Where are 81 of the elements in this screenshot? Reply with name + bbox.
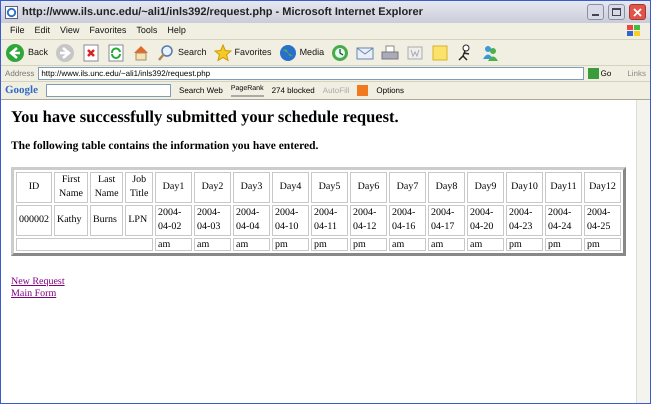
stop-icon — [82, 44, 100, 62]
table-cell: Burns — [90, 204, 124, 236]
globe-icon — [278, 44, 297, 62]
address-label: Address — [5, 68, 34, 80]
column-header: First Name — [54, 172, 88, 203]
popup-blocker-button[interactable]: 274 blocked — [272, 84, 315, 96]
menu-item[interactable]: Tools — [131, 24, 162, 38]
window-title: http://www.ils.unc.edu/~ali1/inls392/request.php - Microsoft Internet Explorer — [22, 4, 424, 20]
page-link[interactable]: Main Form — [11, 288, 56, 300]
table-cell: 000002 — [16, 204, 52, 236]
table-cell: pm — [272, 238, 309, 251]
clock-icon — [331, 44, 350, 62]
google-logo[interactable]: Google — [5, 82, 38, 99]
options-button[interactable]: Options — [376, 84, 404, 96]
favorites-button[interactable]: Favorites — [214, 44, 272, 62]
print-button[interactable] — [381, 44, 400, 62]
table-cell: pm — [311, 238, 348, 251]
table-cell: pm — [545, 238, 582, 251]
refresh-button[interactable] — [107, 44, 126, 62]
column-header: Day10 — [506, 172, 543, 203]
table-cell: pm — [350, 238, 387, 251]
table-cell: pm — [584, 238, 621, 251]
note-icon — [431, 44, 450, 62]
media-button[interactable]: Media — [278, 44, 324, 62]
refresh-icon — [107, 44, 126, 62]
search-web-button[interactable]: Search Web — [179, 84, 223, 96]
menu-item[interactable]: Favorites — [84, 24, 132, 38]
table-cell: am — [155, 238, 192, 251]
menu-item[interactable]: File — [5, 24, 30, 38]
column-header: ID — [16, 172, 52, 203]
messenger-button[interactable] — [481, 44, 500, 62]
stop-button[interactable] — [82, 44, 100, 62]
address-field[interactable]: http://www.ils.unc.edu/~ali1/inls392/request.php — [38, 67, 584, 80]
table-cell: am — [233, 238, 270, 251]
document-icon — [406, 44, 424, 62]
page-subheading: The following table contains the information you have entered. — [11, 138, 320, 154]
star-icon — [214, 44, 232, 62]
edit-button[interactable] — [406, 44, 424, 62]
column-header: Day8 — [428, 172, 465, 203]
menu-item[interactable]: Edit — [30, 24, 56, 38]
google-search-field[interactable] — [46, 84, 171, 97]
table-cell: LPN — [125, 204, 153, 236]
menu-item[interactable]: View — [55, 24, 84, 38]
column-header: Day12 — [584, 172, 621, 203]
menu-item[interactable]: Help — [162, 24, 191, 38]
column-header: Job Title — [125, 172, 153, 203]
column-header: Day4 — [272, 172, 309, 203]
maximize-button[interactable] — [608, 4, 625, 20]
column-header: Last Name — [90, 172, 124, 203]
history-button[interactable] — [331, 44, 350, 62]
people-icon — [481, 44, 500, 62]
house-icon — [132, 44, 150, 62]
table-cell: am — [428, 238, 465, 251]
table-cell: pm — [506, 238, 543, 251]
column-header: Day11 — [545, 172, 582, 203]
page-heading: You have successfully submitted your schedule request. — [11, 107, 400, 128]
search-icon — [157, 44, 176, 62]
column-header: Day6 — [350, 172, 387, 203]
table-cell: am — [194, 238, 231, 251]
windows-logo-icon — [626, 24, 642, 38]
column-header: Day9 — [467, 172, 504, 203]
page-link[interactable]: New Request — [11, 276, 65, 288]
column-header: Day3 — [233, 172, 270, 203]
browser-icon — [5, 6, 18, 18]
vertical-scrollbar[interactable] — [636, 100, 650, 403]
minimize-button[interactable] — [587, 4, 604, 20]
table-cell: Kathy — [54, 204, 88, 236]
close-icon — [633, 8, 642, 16]
printer-icon — [381, 44, 400, 62]
table-cell: am — [467, 238, 504, 251]
close-button[interactable] — [629, 4, 646, 20]
note-button[interactable] — [431, 44, 450, 62]
home-button[interactable] — [132, 44, 150, 62]
column-header: Day1 — [155, 172, 192, 203]
go-button[interactable]: Go — [588, 68, 612, 80]
column-header: Day5 — [311, 172, 348, 203]
column-header: Day2 — [194, 172, 231, 203]
back-button[interactable]: Back — [5, 42, 48, 62]
search-button[interactable]: Search — [157, 44, 207, 62]
column-header: Day7 — [389, 172, 426, 203]
table-cell: am — [389, 238, 426, 251]
